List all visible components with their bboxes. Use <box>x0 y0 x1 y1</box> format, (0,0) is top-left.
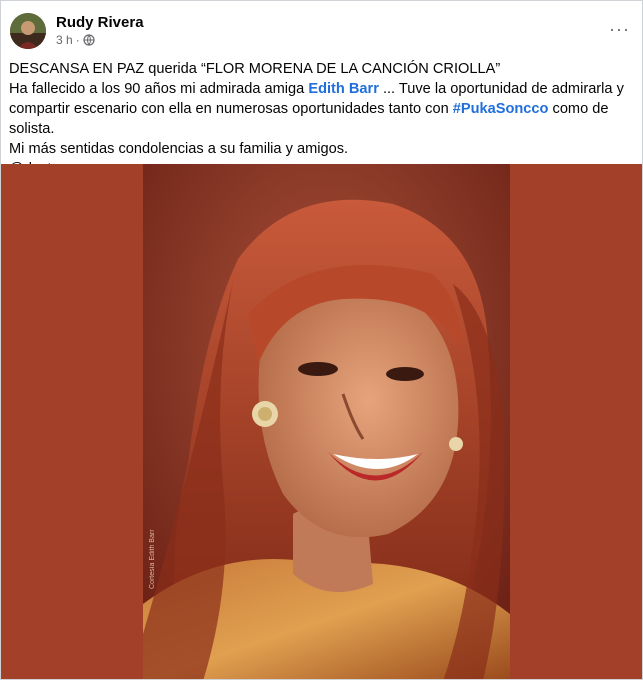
timestamp[interactable]: 3 h <box>56 32 73 48</box>
hashtag-link[interactable]: #PukaSoncco <box>453 101 549 117</box>
avatar[interactable] <box>10 13 46 49</box>
post-text-line: DESCANSA EN PAZ querida “FLOR MORENA DE … <box>9 61 501 77</box>
meta-separator: · <box>75 33 80 47</box>
mention-link[interactable]: Edith Barr <box>308 81 379 97</box>
post-text-fragment: Ha fallecido a los 90 años mi admirada a… <box>9 81 309 97</box>
post-photo[interactable] <box>143 164 510 679</box>
post-header: Rudy Rivera 3 h · <box>10 13 144 49</box>
facebook-post: Rudy Rivera 3 h · ··· DESCANSA EN PAZ qu… <box>0 0 643 680</box>
globe-icon <box>83 34 95 46</box>
more-options-icon[interactable]: ··· <box>609 19 630 40</box>
author-name[interactable]: Rudy Rivera <box>56 14 144 32</box>
post-meta: 3 h · <box>56 32 144 48</box>
post-text-paragraph: Ha fallecido a los 90 años mi admirada a… <box>9 79 634 139</box>
post-text: DESCANSA EN PAZ querida “FLOR MORENA DE … <box>9 59 634 179</box>
photo-credit: Cortesía Edith Barr <box>149 529 156 589</box>
post-text-line: Mi más sentidas condolencias a su famili… <box>9 141 349 157</box>
portrait-image <box>143 164 510 679</box>
avatar-image <box>10 13 46 49</box>
